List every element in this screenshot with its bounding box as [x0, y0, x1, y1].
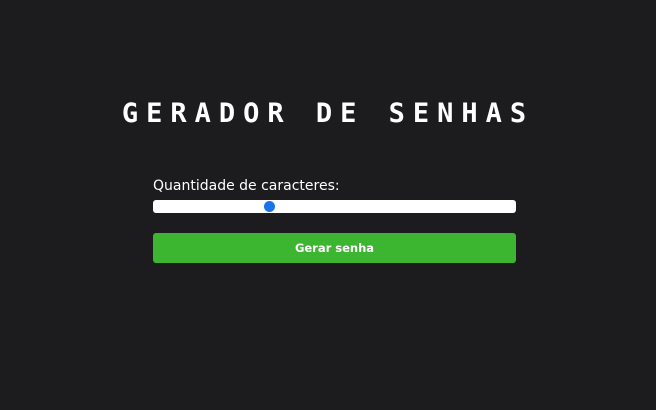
length-label: Quantidade de caracteres: [153, 178, 340, 194]
page-title: GERADOR DE SENHAS [121, 98, 535, 129]
password-form: Quantidade de caracteres: Gerar senha [153, 176, 516, 263]
slider-thumb[interactable] [263, 201, 275, 212]
generate-password-button[interactable]: Gerar senha [153, 233, 516, 263]
length-slider[interactable] [153, 200, 516, 213]
page: GERADOR DE SENHAS Quantidade de caracter… [0, 0, 656, 410]
